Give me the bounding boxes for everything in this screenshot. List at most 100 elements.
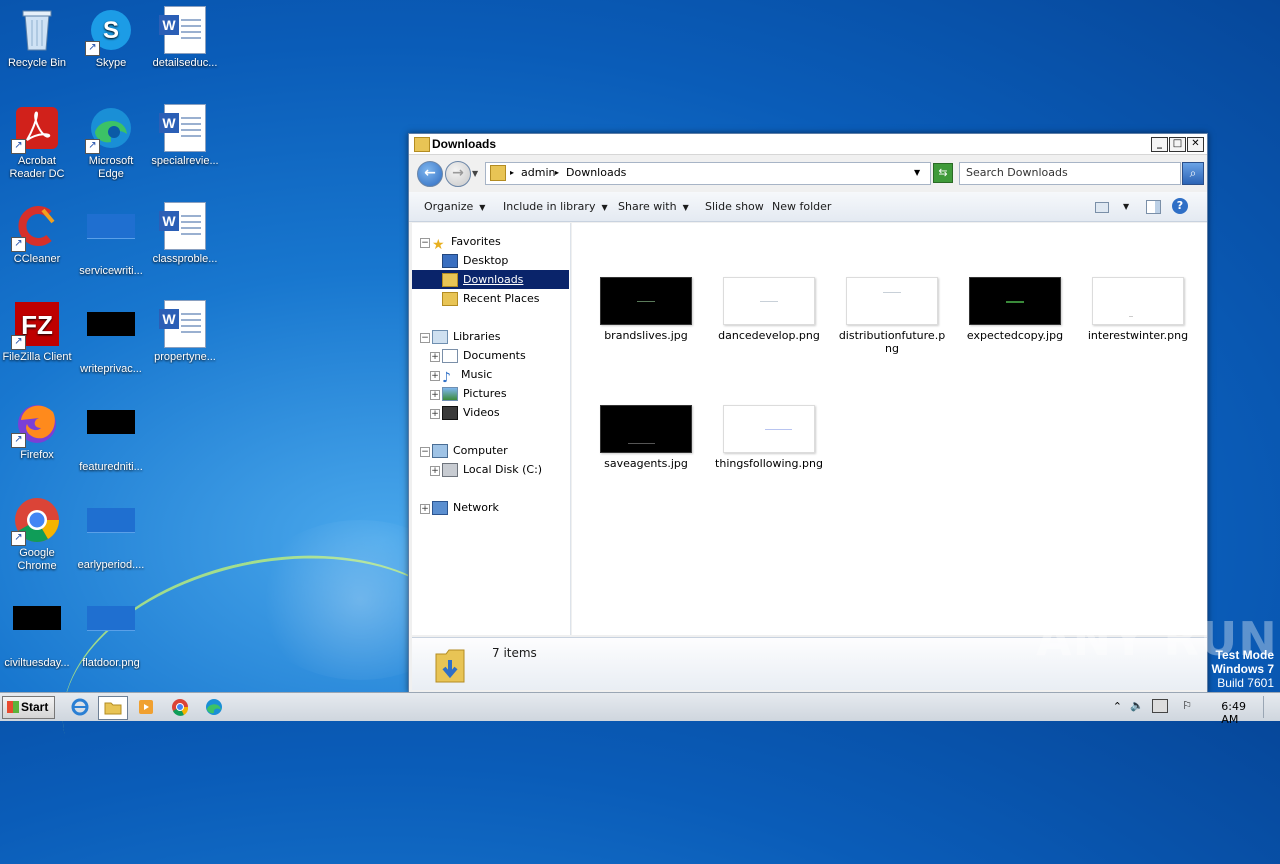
forward-button[interactable]: → (445, 161, 471, 187)
search-box[interactable] (959, 162, 1181, 185)
nav-music[interactable]: ♪ Music (442, 365, 492, 386)
collapse-libraries-icon[interactable]: − (420, 333, 430, 343)
taskbar-internet-explorer[interactable] (66, 696, 94, 718)
file-name: interestwinter.png (1087, 329, 1189, 342)
desktop-icon-label: servicewriti... (79, 265, 143, 277)
window-title: Downloads (432, 137, 497, 151)
nav-libraries[interactable]: Libraries (432, 327, 501, 346)
file-dancedevelop[interactable]: dancedevelop.png (711, 277, 827, 342)
breadcrumb-admin[interactable]: admin (521, 166, 555, 179)
file-distributionfuture[interactable]: distributionfuture.p ng (834, 277, 950, 355)
desktop-icon-edge[interactable]: ↗ Microsoft Edge (74, 104, 148, 181)
desktop-icon-acrobat[interactable]: ↗ Acrobat Reader DC (0, 104, 74, 181)
desktop-icon-classproble[interactable]: W classproble... (148, 202, 222, 266)
test-mode-line: Test Mode (1215, 648, 1274, 662)
file-thingsfollowing[interactable]: thingsfollowing.png (711, 405, 827, 470)
desktop-icon-flatdoor[interactable]: flatdoor.png (74, 594, 148, 670)
file-saveagents[interactable]: saveagents.jpg (588, 405, 704, 470)
expand-documents-icon[interactable]: + (430, 352, 440, 362)
expand-local-disk-icon[interactable]: + (430, 466, 440, 476)
desktop-icon-chrome[interactable]: ↗ Google Chrome (0, 496, 74, 573)
edge-icon (206, 699, 222, 715)
change-view-icon[interactable] (1095, 202, 1109, 213)
desktop-icon-firefox[interactable]: ↗ Firefox (0, 398, 74, 462)
image-thumbnail (723, 277, 815, 325)
word-document-icon: W (159, 300, 209, 348)
file-interestwinter[interactable]: interestwinter.png (1080, 277, 1196, 342)
taskbar: Start ⌃ 🔈 ⚐ 6:49 AM (0, 692, 1280, 726)
chevron-right-icon: ▸ (510, 168, 515, 177)
collapse-computer-icon[interactable]: − (420, 447, 430, 457)
taskbar-explorer[interactable] (98, 696, 128, 720)
desktop-icon-label: Google Chrome (17, 547, 57, 572)
desktop-icon-writeprivac[interactable]: writeprivac... (74, 300, 148, 376)
nav-pictures[interactable]: Pictures (442, 384, 507, 403)
title-bar[interactable]: Downloads _ □ ✕ (409, 134, 1207, 155)
show-hidden-icons-icon[interactable]: ⌃ (1113, 700, 1122, 713)
nav-local-disk[interactable]: Local Disk (C:) (442, 460, 542, 479)
videos-icon (442, 406, 458, 420)
organize-menu[interactable]: Organize ▼ (424, 200, 485, 213)
search-icon[interactable]: ⌕ (1182, 162, 1204, 185)
image-thumbnail (969, 277, 1061, 325)
file-brandslives[interactable]: brandslives.jpg (588, 277, 704, 342)
close-button[interactable]: ✕ (1187, 137, 1204, 152)
nav-favorites[interactable]: ★ Favorites (432, 232, 501, 253)
desktop-icon-ccleaner[interactable]: ↗ CCleaner (0, 202, 74, 266)
desktop-icon-label: civiltuesday... (4, 657, 70, 669)
taskbar-edge[interactable] (200, 696, 228, 718)
search-input[interactable] (960, 163, 1166, 182)
preview-pane-icon[interactable] (1146, 200, 1161, 214)
file-expectedcopy[interactable]: expectedcopy.jpg (957, 277, 1073, 342)
caret-down-icon: ▼ (479, 203, 486, 212)
address-dropdown-icon[interactable]: ▼ (914, 168, 920, 177)
nav-downloads[interactable]: Downloads (412, 270, 569, 289)
expand-network-icon[interactable]: + (420, 504, 430, 514)
desktop-icon-civiltuesday[interactable]: civiltuesday... (0, 594, 74, 670)
breadcrumb-downloads[interactable]: Downloads (566, 166, 626, 179)
desktop-icon-skype[interactable]: S ↗ Skype (74, 6, 148, 70)
slide-show-button[interactable]: Slide show (705, 200, 764, 213)
new-folder-button[interactable]: New folder (772, 200, 831, 213)
address-bar[interactable]: ▸ admin ▸ Downloads ▼ (485, 162, 931, 185)
network-status-icon[interactable] (1152, 699, 1168, 713)
nav-computer[interactable]: Computer (432, 441, 508, 460)
expand-videos-icon[interactable]: + (430, 409, 440, 419)
desktop-icon-earlyperiod[interactable]: earlyperiod.... (74, 496, 148, 572)
nav-videos[interactable]: Videos (442, 403, 500, 422)
nav-documents[interactable]: Documents (442, 346, 526, 365)
collapse-favorites-icon[interactable]: − (420, 238, 430, 248)
expand-music-icon[interactable]: + (430, 371, 440, 381)
nav-recent-places[interactable]: Recent Places (442, 289, 540, 308)
desktop-icon-filezilla[interactable]: FZ ↗ FileZilla Client (0, 300, 74, 364)
file-name: brandslives.jpg (604, 329, 688, 342)
show-desktop-button[interactable] (1263, 696, 1278, 718)
desktop-icon-recycle-bin[interactable]: Recycle Bin (0, 6, 74, 70)
clock[interactable]: 6:49 AM (1221, 700, 1246, 726)
help-icon[interactable]: ? (1172, 198, 1188, 214)
desktop-icon-propertyne[interactable]: W propertyne... (148, 300, 222, 364)
refresh-icon[interactable]: ⇆ (933, 163, 953, 183)
include-in-library-menu[interactable]: Include in library ▼ (503, 200, 608, 213)
recent-pages-chevron-icon[interactable]: ▼ (472, 169, 478, 178)
desktop-icon-label: CCleaner (13, 253, 61, 265)
minimize-button[interactable]: _ (1151, 137, 1168, 152)
back-button[interactable]: ← (417, 161, 443, 187)
share-with-menu[interactable]: Share with ▼ (618, 200, 689, 213)
expand-pictures-icon[interactable]: + (430, 390, 440, 400)
start-button[interactable]: Start (2, 696, 55, 719)
desktop-icon-label: propertyne... (154, 351, 216, 363)
desktop-icon-servicewriti[interactable]: servicewriti... (74, 202, 148, 278)
taskbar-chrome[interactable] (166, 696, 194, 718)
maximize-button[interactable]: □ (1169, 137, 1186, 152)
image-thumbnail (1092, 277, 1184, 325)
taskbar-media-player[interactable] (132, 696, 160, 718)
nav-network[interactable]: Network (432, 498, 499, 517)
action-center-flag-icon[interactable]: ⚐ (1182, 699, 1192, 712)
desktop-icon-specialrevie[interactable]: W specialrevie... (148, 104, 222, 168)
view-dropdown-icon[interactable]: ▼ (1123, 202, 1129, 211)
volume-icon[interactable]: 🔈 (1130, 699, 1144, 712)
nav-desktop[interactable]: Desktop (442, 251, 508, 270)
desktop-icon-detailseduc[interactable]: W detailseduc... (148, 6, 222, 70)
desktop-icon-featuredniti[interactable]: featuredniti... (74, 398, 148, 474)
